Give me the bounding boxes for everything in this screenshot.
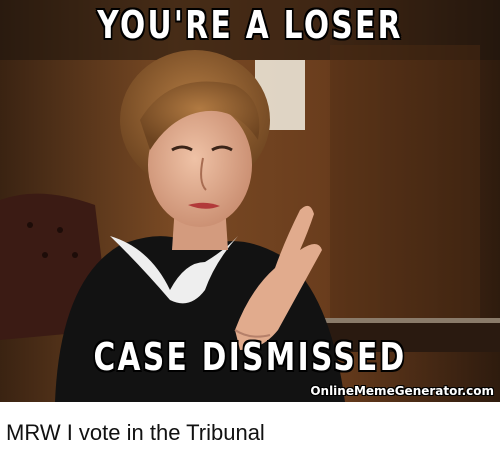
meme-bottom-text: CASE DISMISSED: [93, 335, 407, 379]
watermark: OnlineMemeGenerator.com: [310, 384, 494, 398]
caption: MRW I vote in the Tribunal: [6, 420, 265, 445]
meme-top-text: YOU'RE A LOSER: [97, 3, 403, 47]
meme-image: YOU'RE A LOSER CASE DISMISSED OnlineMeme…: [0, 0, 500, 402]
